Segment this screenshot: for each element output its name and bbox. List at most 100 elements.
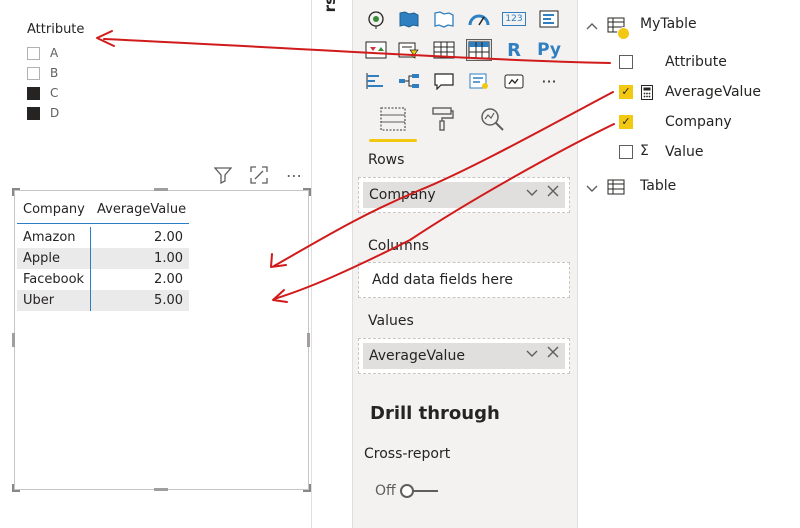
table-selected-badge (617, 27, 630, 40)
rows-well[interactable]: Company (358, 177, 570, 213)
kpi-icon[interactable] (363, 39, 389, 61)
values-field-pill[interactable]: AverageValue (363, 343, 565, 369)
cross-report-toggle[interactable] (400, 484, 438, 498)
slicer-checkbox[interactable] (27, 46, 40, 60)
resize-handle[interactable] (12, 188, 20, 196)
columns-placeholder: Add data fields here (372, 272, 514, 288)
field-checkbox-value[interactable] (619, 145, 633, 159)
more-visuals-icon[interactable]: ··· (536, 70, 562, 92)
qa-visual-icon[interactable] (431, 70, 457, 92)
resize-handle[interactable] (12, 484, 20, 492)
chevron-down-icon[interactable] (525, 346, 539, 364)
table-row: Facebook 2.00 (17, 269, 189, 290)
matrix-table: Company AverageValue Amazon 2.00 Apple 1… (17, 196, 189, 311)
resize-handle[interactable] (303, 188, 311, 196)
close-icon[interactable] (547, 185, 559, 201)
slicer-item-label: D (50, 106, 60, 120)
resize-handle[interactable] (12, 333, 15, 347)
pane-divider (311, 0, 312, 528)
slicer-item-d[interactable]: D (27, 105, 59, 121)
card-icon[interactable]: 123 (501, 8, 527, 30)
cell-value: 2.00 (154, 230, 183, 245)
slicer-icon[interactable] (396, 39, 422, 61)
multi-row-card-icon[interactable] (536, 8, 562, 30)
r-script-visual-icon[interactable]: R (501, 39, 527, 61)
matrix-header-row: Company AverageValue (17, 196, 189, 224)
slicer-item-b[interactable]: B (27, 65, 58, 81)
slicer-checkbox[interactable] (27, 86, 40, 100)
sigma-icon: Σ (640, 143, 649, 159)
toggle-knob (400, 484, 414, 498)
fields-tab-icon[interactable] (378, 104, 408, 134)
shape-map-icon[interactable] (431, 8, 457, 30)
cell-value: 2.00 (154, 272, 183, 287)
values-field-label: AverageValue (369, 348, 465, 364)
rows-field-pill[interactable]: Company (363, 182, 565, 208)
chevron-down-icon[interactable] (525, 185, 539, 203)
columns-well[interactable]: Add data fields here (358, 262, 570, 298)
matrix-visual-icon[interactable] (466, 39, 492, 61)
more-options-icon[interactable]: ⋯ (284, 164, 304, 186)
field-label-averagevalue[interactable]: AverageValue (665, 84, 761, 100)
table-name-mytable[interactable]: MyTable (640, 16, 697, 32)
column-header-company[interactable]: Company (17, 202, 91, 217)
slicer-title: Attribute (27, 22, 85, 37)
rows-label: Rows (368, 152, 405, 168)
slicer-checkbox[interactable] (27, 66, 40, 80)
slicer-item-a[interactable]: A (27, 45, 58, 61)
toggle-state-label: Off (375, 483, 396, 499)
slicer-item-label: A (50, 46, 59, 60)
table-name-table[interactable]: Table (640, 178, 676, 194)
smart-narrative-icon[interactable] (466, 70, 492, 92)
card-number-label: 123 (502, 12, 526, 26)
table-visual-icon[interactable] (431, 39, 457, 61)
drill-through-heading: Drill through (370, 403, 500, 424)
resize-handle[interactable] (307, 333, 310, 347)
slicer-item-c[interactable]: C (27, 85, 58, 101)
paginated-report-icon[interactable] (501, 70, 527, 92)
columns-label: Columns (368, 238, 429, 254)
analytics-magnifier-icon[interactable] (477, 104, 507, 134)
field-label-attribute[interactable]: Attribute (665, 54, 727, 70)
gauge-icon[interactable] (466, 8, 492, 30)
table-icon (607, 179, 625, 199)
focus-mode-icon[interactable] (249, 164, 269, 186)
values-well[interactable]: AverageValue (358, 338, 570, 374)
python-visual-icon[interactable]: Py (536, 39, 562, 61)
field-checkbox-averagevalue[interactable]: ✓ (619, 85, 633, 99)
slicer-item-label: B (50, 66, 59, 80)
resize-handle[interactable] (154, 488, 168, 491)
key-influencers-icon[interactable] (363, 70, 389, 92)
active-tab-indicator (369, 139, 417, 142)
cross-report-label: Cross-report (364, 446, 451, 462)
cell-value: 1.00 (154, 251, 183, 266)
calculator-icon (641, 85, 653, 104)
chevron-up-icon[interactable] (585, 18, 599, 37)
collapsed-pane-title[interactable]: rs (321, 0, 339, 12)
rows-field-label: Company (369, 187, 436, 203)
values-label: Values (368, 313, 414, 329)
field-checkbox-company[interactable]: ✓ (619, 115, 633, 129)
decomposition-tree-icon[interactable] (396, 70, 422, 92)
resize-handle[interactable] (154, 188, 168, 191)
table-row: Amazon 2.00 (17, 227, 189, 248)
row-label: Uber (17, 290, 91, 311)
chevron-down-icon[interactable] (585, 180, 599, 199)
format-paintroller-icon[interactable] (428, 104, 458, 134)
filter-icon[interactable] (213, 164, 233, 186)
field-checkbox-attribute[interactable] (619, 55, 633, 69)
slicer-checkbox[interactable] (27, 106, 40, 120)
table-row: Uber 5.00 (17, 290, 189, 311)
resize-handle[interactable] (303, 484, 311, 492)
row-label: Amazon (17, 227, 91, 248)
arrowhead (96, 30, 115, 47)
field-label-value[interactable]: Value (665, 144, 703, 160)
field-label-company[interactable]: Company (665, 114, 732, 130)
table-row: Apple 1.00 (17, 248, 189, 269)
cell-value: 5.00 (154, 293, 183, 308)
filled-map-icon[interactable] (396, 8, 422, 30)
column-header-averagevalue[interactable]: AverageValue (91, 202, 189, 217)
globe-map-icon[interactable] (363, 8, 389, 30)
row-label: Facebook (17, 269, 91, 290)
close-icon[interactable] (547, 346, 559, 362)
